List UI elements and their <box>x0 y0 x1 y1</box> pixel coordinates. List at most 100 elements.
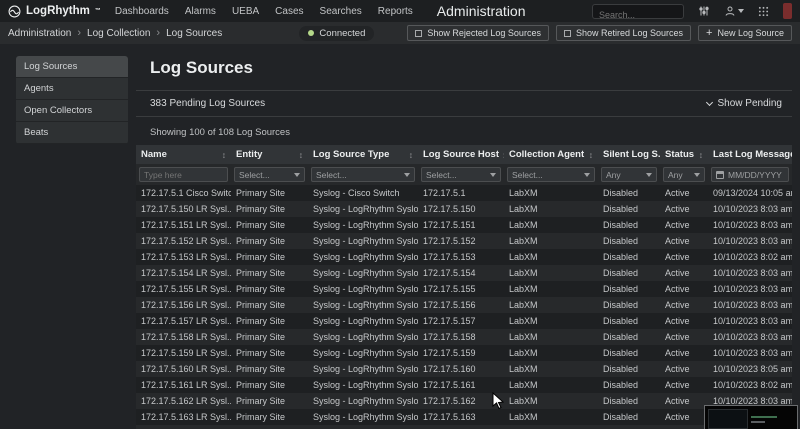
cell-entity: Primary Site <box>231 393 308 409</box>
menu-item-administration-active[interactable]: Administration <box>437 3 526 19</box>
cell-log-source-host: 172.17.5.164 <box>418 425 504 429</box>
cell-log-source-host: 172.17.5.163 <box>418 409 504 425</box>
cell-collection-agent: LabXM <box>504 329 598 345</box>
cell-log-source-type: Syslog - LogRhythm Syslog Ge... <box>308 281 418 297</box>
sort-icon: ↕ <box>589 150 593 160</box>
status-filter-select[interactable]: Any <box>663 167 705 182</box>
table-row[interactable]: 172.17.5.152 LR Sysl... Primary Site Sys… <box>136 233 792 249</box>
user-menu-button[interactable] <box>724 5 744 17</box>
breadcrumb-administration[interactable]: Administration <box>8 28 71 39</box>
app-grid-button[interactable] <box>758 6 769 17</box>
cell-log-source-host: 172.17.5.159 <box>418 345 504 361</box>
date-filter[interactable]: MM/DD/YYYY <box>711 167 789 182</box>
breadcrumb: Administration › Log Collection › Log So… <box>8 27 222 39</box>
chevron-down-icon <box>646 173 652 177</box>
table-row[interactable]: 172.17.5.156 LR Sysl... Primary Site Sys… <box>136 297 792 313</box>
cell-log-source-type: Syslog - LogRhythm Syslog Ge... <box>308 377 418 393</box>
cell-log-source-host: 172.17.5.156 <box>418 297 504 313</box>
menu-item-cases[interactable]: Cases <box>275 6 303 17</box>
table-row[interactable]: 172.17.5.1 Cisco Switc... Primary Site S… <box>136 185 792 201</box>
new-log-source-button[interactable]: + New Log Source <box>698 25 792 41</box>
recording-indicator <box>783 3 792 19</box>
collection-agent-filter-select[interactable]: Select... <box>507 167 595 182</box>
calendar-icon <box>716 171 724 179</box>
show-rejected-button[interactable]: Show Rejected Log Sources <box>407 25 549 41</box>
cell-last-log-message: 10/10/2023 8:03 am <box>708 329 792 345</box>
logrhythm-logo-icon <box>8 5 21 18</box>
table-row[interactable]: 172.17.5.157 LR Sysl... Primary Site Sys… <box>136 313 792 329</box>
sidebar-item-agents[interactable]: Agents <box>16 78 128 100</box>
cell-status: Active <box>660 297 708 313</box>
sidebar: Log Sources Agents Open Collectors Beats <box>16 56 128 144</box>
pip-content-line <box>751 421 765 423</box>
column-header-entity[interactable]: Entity↕ <box>231 145 308 164</box>
menu-item-alarms[interactable]: Alarms <box>185 6 216 17</box>
table-row[interactable]: 172.17.5.158 LR Sysl... Primary Site Sys… <box>136 329 792 345</box>
table-row[interactable]: 172.17.5.153 LR Sysl... Primary Site Sys… <box>136 249 792 265</box>
brand-name: LogRhythm <box>26 5 90 17</box>
cell-last-log-message: 10/10/2023 8:03 am <box>708 217 792 233</box>
menu-item-reports[interactable]: Reports <box>378 6 413 17</box>
cell-entity: Primary Site <box>231 345 308 361</box>
cell-collection-agent: LabXM <box>504 281 598 297</box>
log-sources-table: Name↕ Entity↕ Log Source Type↕ Log Sourc… <box>136 145 792 429</box>
sort-icon: ↕ <box>299 150 303 160</box>
log-source-type-filter-select[interactable]: Select... <box>311 167 415 182</box>
cell-entity: Primary Site <box>231 217 308 233</box>
table-row[interactable]: 172.17.5.151 LR Sysl... Primary Site Sys… <box>136 217 792 233</box>
cell-name: 172.17.5.161 LR Sysl... <box>136 377 231 393</box>
column-header-collection-agent[interactable]: Collection Agent↕ <box>504 145 598 164</box>
sidebar-item-open-collectors[interactable]: Open Collectors <box>16 100 128 122</box>
table-row[interactable]: 172.17.5.161 LR Sysl... Primary Site Sys… <box>136 377 792 393</box>
sidebar-item-log-sources[interactable]: Log Sources <box>16 56 128 78</box>
table-row[interactable]: 172.17.5.154 LR Sysl... Primary Site Sys… <box>136 265 792 281</box>
menu-item-dashboards[interactable]: Dashboards <box>115 6 169 17</box>
name-filter-input-wrap <box>139 167 228 182</box>
log-source-host-filter-select[interactable]: Select... <box>421 167 501 182</box>
cell-name: 172.17.5.153 LR Sysl... <box>136 249 231 265</box>
cell-entity: Primary Site <box>231 361 308 377</box>
table-row[interactable]: 172.17.5.155 LR Sysl... Primary Site Sys… <box>136 281 792 297</box>
table-filter-row: Select... Select... Select... Select... … <box>136 164 792 185</box>
cell-collection-agent: LabXM <box>504 249 598 265</box>
cell-log-source-host: 172.17.5.153 <box>418 249 504 265</box>
cell-name: 172.17.5.154 LR Sysl... <box>136 265 231 281</box>
user-icon <box>724 5 736 17</box>
column-header-silent-log-sources[interactable]: Silent Log S...↕ <box>598 145 660 164</box>
column-header-status[interactable]: Status↕ <box>660 145 708 164</box>
breadcrumb-log-collection[interactable]: Log Collection <box>87 28 150 39</box>
cell-collection-agent: LabXM <box>504 409 598 425</box>
show-retired-button[interactable]: Show Retired Log Sources <box>556 25 691 41</box>
column-header-last-log-message[interactable]: Last Log Message↕ <box>708 145 792 164</box>
search-input[interactable] <box>593 8 683 21</box>
column-header-log-source-type[interactable]: Log Source Type↕ <box>308 145 418 164</box>
table-row[interactable]: 172.17.5.159 LR Sysl... Primary Site Sys… <box>136 345 792 361</box>
table-row[interactable]: 172.17.5.164 LR Sysl... Primary Site Sys… <box>136 425 792 429</box>
column-header-log-source-host[interactable]: Log Source Host↕ <box>418 145 504 164</box>
menu-item-ueba[interactable]: UEBA <box>232 6 259 17</box>
cell-entity: Primary Site <box>231 185 308 201</box>
name-filter-input[interactable] <box>144 170 223 180</box>
cell-log-source-type: Syslog - LogRhythm Syslog Ge... <box>308 345 418 361</box>
table-row[interactable]: 172.17.5.160 LR Sysl... Primary Site Sys… <box>136 361 792 377</box>
cell-status: Active <box>660 185 708 201</box>
show-pending-toggle[interactable]: Show Pending <box>707 98 783 109</box>
table-row[interactable]: 172.17.5.150 LR Sysl... Primary Site Sys… <box>136 201 792 217</box>
cell-silent: Disabled <box>598 409 660 425</box>
cell-log-source-type: Syslog - LogRhythm Syslog Ge... <box>308 297 418 313</box>
cell-collection-agent: LabXM <box>504 201 598 217</box>
filter-sliders-button[interactable] <box>698 5 710 17</box>
logrhythm-logo[interactable]: LogRhythm™ <box>8 5 101 18</box>
cell-collection-agent: LabXM <box>504 297 598 313</box>
breadcrumb-separator: › <box>156 27 160 39</box>
table-row[interactable]: 172.17.5.163 LR Sysl... Primary Site Sys… <box>136 409 792 425</box>
column-header-name[interactable]: Name↕ <box>136 145 231 164</box>
sidebar-item-beats[interactable]: Beats <box>16 122 128 144</box>
breadcrumb-log-sources[interactable]: Log Sources <box>166 28 222 39</box>
silent-filter-select[interactable]: Any <box>601 167 657 182</box>
cell-name: 172.17.5.1 Cisco Switc... <box>136 185 231 201</box>
entity-filter-select[interactable]: Select... <box>234 167 305 182</box>
table-row[interactable]: 172.17.5.162 LR Sysl... Primary Site Sys… <box>136 393 792 409</box>
cell-log-source-host: 172.17.5.161 <box>418 377 504 393</box>
menu-item-searches[interactable]: Searches <box>320 6 362 17</box>
